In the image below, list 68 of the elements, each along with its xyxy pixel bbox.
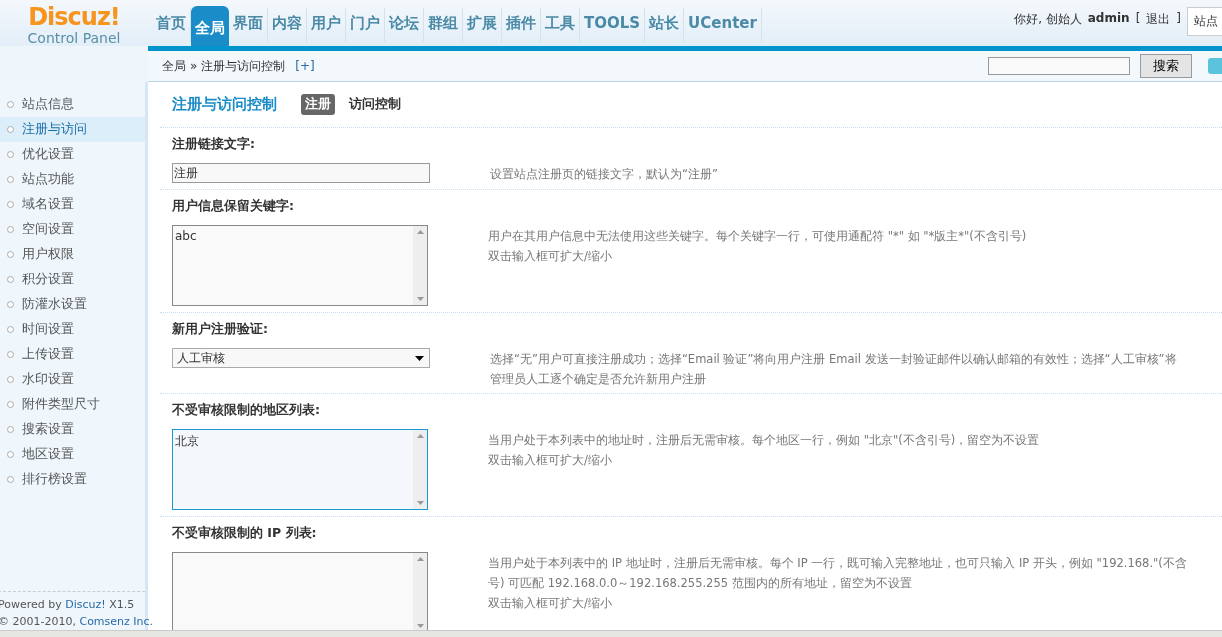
sidebar-item[interactable]: 域名设置 xyxy=(0,192,145,217)
tab-icon[interactable] xyxy=(1208,58,1222,74)
search-button[interactable]: 搜索 xyxy=(1140,54,1192,78)
setting-description: 设置站点注册页的链接文字，默认为“注册” xyxy=(490,167,718,182)
scroll-down-arrow-icon[interactable] xyxy=(416,501,424,505)
sidebar-item[interactable]: 站点信息 xyxy=(0,92,145,117)
footer-text: X1.5 xyxy=(108,598,135,611)
sidebar-item[interactable]: 用户权限 xyxy=(0,242,145,267)
setting-description: 双击输入框可扩大/缩小 xyxy=(488,249,613,264)
text-area[interactable]: abc xyxy=(172,225,428,306)
setting-label: 新用户注册验证: xyxy=(172,320,269,338)
scroll-down-arrow-icon[interactable] xyxy=(416,297,424,301)
sidebar-item[interactable]: 上传设置 xyxy=(0,342,145,367)
site-button[interactable]: 站点 xyxy=(1187,7,1222,36)
text-area[interactable] xyxy=(172,552,428,630)
sidebar-item[interactable]: 排行榜设置 xyxy=(0,467,145,492)
nav-tab[interactable]: 门户 xyxy=(346,8,385,42)
setting-label: 不受审核限制的地区列表: xyxy=(172,401,321,419)
sidebar-item[interactable]: 防灌水设置 xyxy=(0,292,145,317)
setting-description: 管理员人工逐个确定是否允许新用户注册 xyxy=(490,372,707,387)
caret-icon xyxy=(415,355,424,361)
footer-text: © 2001-2010, xyxy=(0,615,77,628)
setting-description: 用户在其用户信息中无法使用这些关键字。每个关键字一行，可使用通配符 "*" 如 "*版主*"(不含引号) xyxy=(488,229,1027,244)
sidebar-item[interactable]: 站点功能 xyxy=(0,167,145,192)
logo-subtitle: Control Panel xyxy=(27,30,121,46)
setting-description: 选择“无”用户可直接注册成功；选择“Email 验证”将向用户注册 Email 发送一封验证邮件以确认邮箱的有效性；选择“人工审核”将 xyxy=(490,352,1177,367)
sidebar-item[interactable]: 注册与访问 xyxy=(0,117,145,142)
breadcrumb-link[interactable]: 全局 xyxy=(162,57,186,75)
setting-description: 号) 可匹配 192.168.0.0～192.168.255.255 范围内的所有地址，留空为不设置 xyxy=(488,576,913,591)
logo-text: Discuz! xyxy=(28,4,120,30)
footer-link[interactable]: Comsenz Inc. xyxy=(79,615,154,628)
sidebar-item[interactable]: 空间设置 xyxy=(0,217,145,242)
sidebar-item[interactable]: 优化设置 xyxy=(0,142,145,167)
scroll-up-arrow-icon[interactable] xyxy=(416,230,424,234)
setting-description: 当用户处于本列表中的 IP 地址时，注册后无需审核。每个 IP 一行，既可输入完整地址，也可只输入 IP 开头，例如 "192.168."(不含 xyxy=(488,556,1187,571)
scroll-up-arrow-icon[interactable] xyxy=(416,434,424,438)
scroll-down-arrow-icon[interactable] xyxy=(416,624,424,628)
sidebar-item[interactable]: 搜索设置 xyxy=(0,417,145,442)
sub-tab[interactable]: 访问控制 xyxy=(345,94,405,115)
bracket: [ xyxy=(1135,11,1141,25)
search-field[interactable] xyxy=(988,57,1130,75)
setting-label: 用户信息保留关键字: xyxy=(172,197,295,215)
setting-label: 注册链接文字: xyxy=(172,135,256,153)
text-field[interactable]: 注册 xyxy=(172,163,430,183)
dropdown[interactable]: 人工审核 xyxy=(172,348,430,368)
breadcrumb-separator: » xyxy=(190,59,198,73)
bracket: ] xyxy=(1176,11,1181,25)
scroll-up-arrow-icon[interactable] xyxy=(416,557,424,561)
setting-description: 当用户处于本列表中的地址时，注册后无需审核。每个地区一行，例如 "北京"(不含引号)，留空为不设置 xyxy=(488,433,1040,448)
greeting-text: 你好, 创始人 xyxy=(1014,11,1082,28)
sub-tab[interactable]: 注册 xyxy=(301,94,335,115)
text-area[interactable]: 北京 xyxy=(172,429,428,510)
nav-tab[interactable]: 插件 xyxy=(502,8,541,42)
sidebar-item[interactable]: 附件类型尺寸 xyxy=(0,392,145,417)
setting-description: 双击输入框可扩大/缩小 xyxy=(488,596,613,611)
sidebar-item[interactable]: 积分设置 xyxy=(0,267,145,292)
setting-label: 不受审核限制的 IP 列表: xyxy=(172,524,318,542)
page-title: 注册与访问控制 xyxy=(172,95,277,114)
username: admin xyxy=(1087,11,1130,25)
add-shortcut-link[interactable]: [+] xyxy=(295,59,315,73)
logout-link[interactable]: 退出 xyxy=(1146,11,1171,28)
sidebar-item[interactable]: 地区设置 xyxy=(0,442,145,467)
footer-link[interactable]: Discuz! xyxy=(65,598,106,611)
nav-tab[interactable]: 全局 xyxy=(191,6,229,46)
setting-description: 双击输入框可扩大/缩小 xyxy=(488,453,613,468)
sidebar-item[interactable]: 水印设置 xyxy=(0,367,145,392)
breadcrumb-current: 注册与访问控制 xyxy=(201,57,286,75)
sidebar-item[interactable]: 时间设置 xyxy=(0,317,145,342)
